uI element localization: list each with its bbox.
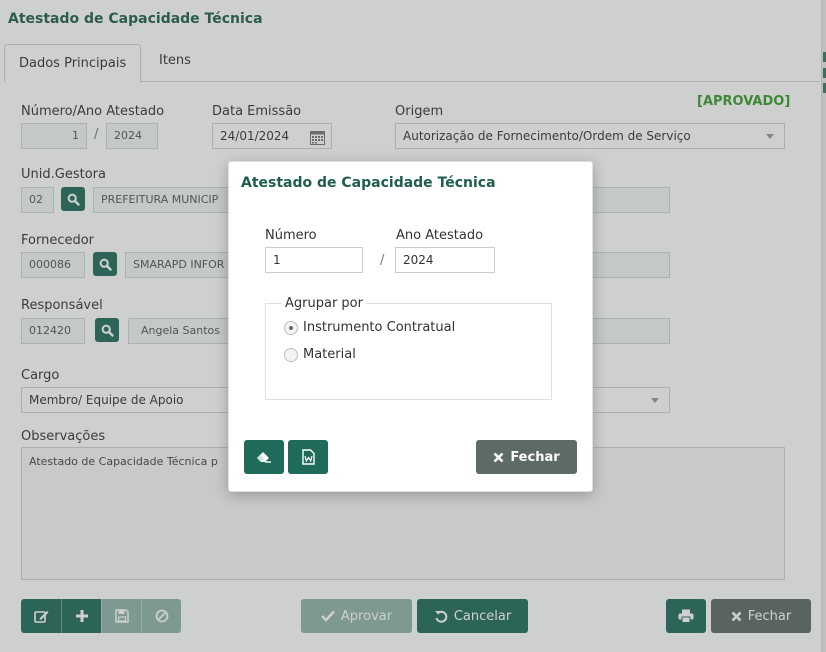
modal-ano-input[interactable]: 2024 bbox=[395, 247, 495, 273]
eraser-icon bbox=[257, 452, 271, 463]
modal-title: Atestado de Capacidade Técnica bbox=[241, 175, 496, 191]
modal-fechar-button[interactable]: Fechar bbox=[476, 440, 577, 474]
modal-fechar-label: Fechar bbox=[510, 449, 560, 465]
modal-numero-input[interactable]: 1 bbox=[265, 247, 363, 273]
export-word-button[interactable] bbox=[288, 440, 328, 474]
radio-instrumento-label: Instrumento Contratual bbox=[303, 320, 456, 335]
modal-slash: / bbox=[380, 253, 385, 268]
word-file-icon bbox=[301, 449, 315, 465]
modal-ano-label: Ano Atestado bbox=[396, 228, 484, 243]
agrupar-legend: Agrupar por bbox=[282, 296, 366, 311]
radio-button-selected[interactable] bbox=[284, 320, 298, 335]
radio-material-label: Material bbox=[303, 347, 356, 362]
radio-instrumento-contratual[interactable]: Instrumento Contratual bbox=[284, 320, 455, 335]
clear-button[interactable] bbox=[244, 440, 284, 474]
agrupar-fieldset: Agrupar por Instrumento Contratual Mater… bbox=[265, 296, 552, 400]
modal-dialog: Atestado de Capacidade Técnica Número 1 … bbox=[228, 161, 593, 492]
close-icon bbox=[493, 452, 504, 462]
modal-numero-label: Número bbox=[265, 228, 317, 243]
radio-material[interactable]: Material bbox=[284, 347, 356, 362]
radio-button[interactable] bbox=[284, 347, 298, 362]
